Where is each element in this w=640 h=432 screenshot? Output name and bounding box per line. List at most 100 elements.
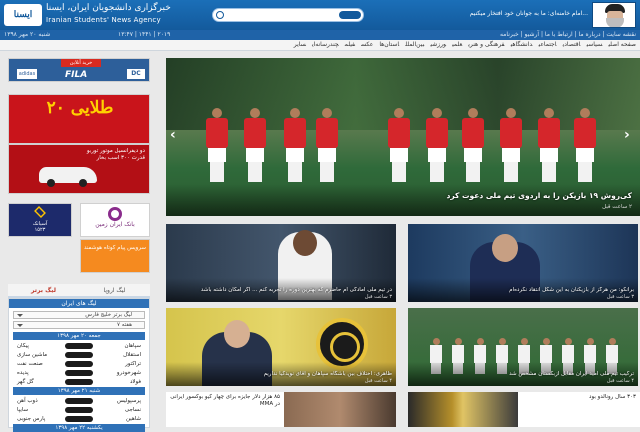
menu-item[interactable]: اجتماعی [539,41,557,48]
news-card[interactable]: برانکو: من هرگز از بازیکنان به این شکل ا… [408,224,638,302]
search-icon[interactable] [216,11,224,19]
news-row-item[interactable]: ۳۰۳ سال رونالدو بود [408,392,640,427]
slider-prev-icon[interactable]: ‹ [170,128,182,142]
menu-item[interactable]: سایر [294,41,306,48]
asiatech-ad[interactable]: آسیاتک ۱۵۲۳ [8,203,72,237]
player-figure [426,108,448,184]
news-card[interactable]: ظاهری: اختلاف بین باشگاه سپاهان و آقای ن… [166,308,396,386]
score-box [65,370,93,376]
slider-next-icon[interactable]: › [624,128,636,142]
menu-item[interactable]: علمی [452,41,462,48]
fixture-row[interactable]: استقلال ماشین سازی [13,351,145,359]
leader-quote: ...امام خامنه‌ای: ما به جوانان خود افتخا… [469,10,588,17]
time-info: ۱۳:۴۷ | ۱۴۴۱ | ۲۰۱۹ [118,31,171,38]
away-team: صنعت نفت [17,361,43,367]
menu-item[interactable]: بین‌الملل [405,41,424,48]
score-box [65,343,93,349]
news-time: ۴ ساعت قبل [606,378,634,384]
news-caption[interactable]: ظاهری: اختلاف بین باشگاه سپاهان و آقای ن… [170,371,392,377]
news-card[interactable]: در تیم ملی آمادگی ام حاضرم که بهترین دور… [166,224,396,302]
search-box [212,8,364,22]
menu-item[interactable]: فیلم [345,41,355,48]
news-row-item[interactable]: ۸۵ هزار دلار جایزه برای چهار کیو بوکسور … [166,392,396,427]
fixture-row[interactable]: شهرخودرو پدیده [13,369,145,377]
fixture-row[interactable]: سپاهان پیکان [13,342,145,350]
away-team: ذوب آهن [17,398,38,404]
home-team: فولاد [129,379,141,385]
away-team: پدیده [17,370,29,376]
gold-ad[interactable]: ۲۰ طلایی [8,94,150,144]
dc-logo: DC [127,69,145,79]
main-menu: صفحه اصلی سیاسی اقتصادی اجتماعی دانشگاهی فرهن… [0,40,640,51]
fixture-row[interactable]: نساجی سایپا [13,406,145,414]
home-team: سپاهان [124,343,141,349]
away-team: پارس جنوبی [17,416,46,422]
away-team: ماشین سازی [17,352,48,358]
news-time: ۳ ساعت قبل [364,294,392,300]
score-box [65,398,93,404]
player-figure [388,108,410,184]
menu-item[interactable]: دانشگاهی [511,41,533,48]
league-tabs: لیگ اروپا لیگ برتر [8,284,150,298]
home-team: پرسپولیس [116,398,141,404]
menu-item[interactable]: استان‌ها [379,41,399,48]
fixture-day-header: شنبه ۲۱ مهر ۱۳۹۸ [13,387,145,395]
sms-ad[interactable]: سرویس پیام کوتاه هوشمند [80,239,150,273]
news-row-image [408,392,518,427]
week-select[interactable]: هفته ۷ [13,321,145,329]
score-box [65,379,93,385]
hero-time: ۲ ساعت قبل [602,204,632,210]
chevron-down-icon [17,324,23,327]
menu-item[interactable]: صفحه اصلی [608,41,636,48]
menu-item[interactable]: عکس [361,41,373,48]
news-time: ۳ ساعت قبل [606,294,634,300]
menu-item[interactable]: اقتصادی [563,41,581,48]
home-team: نساجی [124,407,141,413]
adidas-logo: adidas [17,69,37,79]
week-select-value: هفته ۷ [116,322,132,328]
top-info-bar: شنبه ۲۰ مهر ۱۳۹۸ ۱۳:۴۷ | ۱۴۴۱ | ۲۰۱۹ نقش… [0,30,640,40]
menu-item[interactable]: ورزشی [430,41,446,48]
car-ad[interactable]: دو دیفرانسیل موتور توربو قدرت ۳۰۰ اسب بخ… [8,144,150,194]
online-shop-label: خرید آنلاین [61,59,101,67]
news-card[interactable]: ترکیب تیم ملی امید ایران مقابل ازبکستان … [408,308,638,386]
league-select-value: لیگ برتر خلیج فارس [85,312,132,318]
menu-item[interactable]: فرهنگی و هنری [468,41,504,48]
hero-caption[interactable]: کی‌روش ۱۹ بازیکن را به اردوی تیم ملی دعو… [192,191,632,200]
asiatech-number: ۱۵۲۳ [34,227,46,233]
fixture-row[interactable]: تراکتور صنعت نفت [13,360,145,368]
bank-ad[interactable]: بانک ایران زمین [80,203,150,237]
away-team: گل گهر [17,379,34,385]
search-button[interactable] [339,11,361,19]
news-row-title[interactable]: ۳۰۳ سال رونالدو بود [516,394,636,401]
menu-item[interactable]: چندرسانه‌ای [312,41,339,48]
menu-item[interactable]: سیاسی [586,41,602,48]
news-caption[interactable]: در تیم ملی آمادگی ام حاضرم که بهترین دور… [170,287,392,293]
tab-europe-league[interactable]: لیگ برتر [8,284,79,298]
hero-slider[interactable]: ‹ › کی‌روش ۱۹ بازیکن را به اردوی تیم ملی… [166,58,640,216]
away-team: سایپا [17,407,29,413]
score-box [65,352,93,358]
fixture-row[interactable]: شاهین پارس جنوبی [13,415,145,423]
fila-logo: FILA [65,70,88,80]
logo-subtitle: Iranian Students' News Agency [46,16,161,24]
league-select[interactable]: لیگ برتر خلیج فارس [13,311,145,319]
search-input[interactable] [227,10,337,20]
site-header: ایسنا خبرگزاری دانشجویان ایران، ایسنا Ir… [0,0,640,30]
fila-ad[interactable]: خرید آنلاین adidas FILA DC [8,58,150,82]
top-links[interactable]: نقشه سایت | درباره ما | ارتباط با ما | آ… [500,31,636,38]
leader-portrait [592,2,636,28]
player-figure [316,108,338,184]
site-logo[interactable]: ایسنا خبرگزاری دانشجویان ایران، ایسنا Ir… [4,2,174,28]
news-caption[interactable]: ترکیب تیم ملی امید ایران مقابل ازبکستان … [412,371,634,377]
news-row-image [284,392,396,427]
fixture-day-header: یکشنبه ۲۲ مهر ۱۳۹۸ [13,424,145,432]
fixture-row[interactable]: فولاد گل گهر [13,378,145,386]
news-row-title[interactable]: ۸۵ هزار دلار جایزه برای چهار کیو بوکسور … [170,394,280,408]
menu-items: صفحه اصلی سیاسی اقتصادی اجتماعی دانشگاهی فرهن… [288,41,636,48]
news-caption[interactable]: برانکو: من هرگز از بازیکنان به این شکل ا… [412,287,634,293]
tab-premier-league[interactable]: لیگ اروپا [79,284,150,298]
fixture-row[interactable]: پرسپولیس ذوب آهن [13,397,145,405]
player-figure [500,108,522,184]
car-image [39,167,97,187]
